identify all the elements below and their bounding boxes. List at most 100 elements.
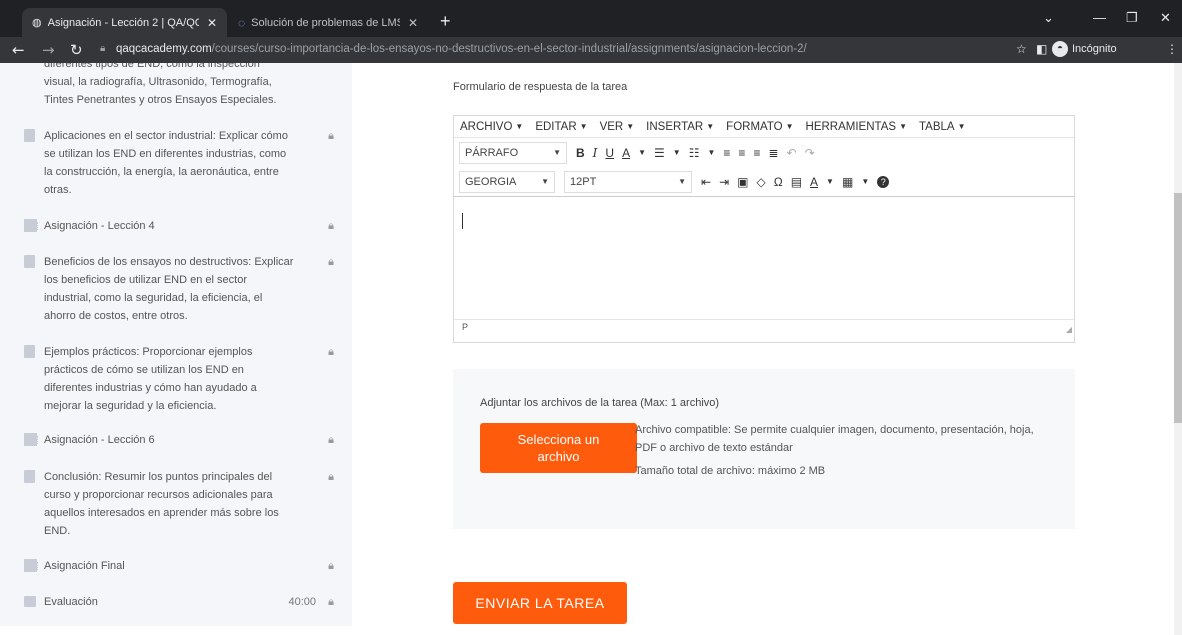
attachment-label: Adjuntar los archivos de la tarea (Max: …: [480, 397, 720, 409]
align-center-icon[interactable]: ≡: [738, 146, 745, 160]
menu-archivo[interactable]: ARCHIVO ▼: [460, 120, 523, 133]
sidebar-item-label: Ejemplos prácticos: Proporcionar ejemplo…: [44, 346, 257, 412]
assignment-icon: [24, 219, 38, 232]
caret-down-icon[interactable]: ▼: [861, 177, 869, 186]
menu-kebab-icon[interactable]: ⋮: [1166, 42, 1178, 56]
font-family-select[interactable]: GEORGIA ▼: [459, 170, 555, 193]
menu-label: TABLA: [918, 120, 955, 133]
sidebar-item-evaluacion[interactable]: Evaluación 40:00 🔒︎: [24, 593, 334, 611]
tab-title: Asignación - Lección 2 | QA/QC I: [47, 16, 199, 29]
sidebar-item-ejemplos[interactable]: Ejemplos prácticos: Proporcionar ejemplo…: [24, 343, 334, 415]
font-size-select[interactable]: 12PT ▼: [564, 170, 692, 193]
undo-icon[interactable]: ↶: [787, 146, 797, 160]
document-icon: [24, 255, 35, 268]
restore-button[interactable]: ❐: [1126, 10, 1138, 26]
submit-assignment-button[interactable]: ENVIAR LA TAREA: [453, 582, 627, 624]
url-host: qaqcacademy.com: [116, 43, 212, 55]
help-icon[interactable]: ?: [877, 175, 890, 188]
caret-down-icon: ▼: [957, 122, 966, 131]
bullet-list-icon[interactable]: ☰: [654, 146, 665, 160]
lock-icon[interactable]: 🔒︎: [100, 43, 105, 54]
menu-label: INSERTAR: [646, 120, 704, 133]
quiz-icon: [24, 596, 36, 607]
caret-down-icon: ▼: [899, 122, 907, 131]
sidebar-item-aplicaciones[interactable]: Aplicaciones en el sector industrial: Ex…: [24, 127, 334, 199]
browser-tab-strip: ◍ Asignación - Lección 2 | QA/QC I ✕ ◌ S…: [0, 0, 1182, 37]
italic-icon[interactable]: I: [593, 146, 598, 160]
select-file-button[interactable]: Selecciona un archivo: [480, 423, 637, 473]
bookmark-star-icon[interactable]: ☆: [1016, 42, 1027, 56]
lesson-description-partial: diferentes tipos de END, como la inspecc…: [44, 63, 277, 106]
sidebar-item-asignacion-final[interactable]: Asignación Final 🔒︎: [24, 557, 334, 575]
horizontal-rule-icon[interactable]: ▤: [791, 175, 802, 189]
tab-lms[interactable]: ◌ Solución de problemas de LMS - ✕: [228, 8, 428, 37]
element-path[interactable]: P: [462, 322, 468, 332]
globe-icon: ◍: [32, 17, 42, 29]
sidebar-item-asignacion-6[interactable]: Asignación - Lección 6 🔒︎: [24, 431, 334, 449]
caret-down-icon: ▼: [785, 122, 794, 131]
background-color-icon[interactable]: A: [810, 175, 818, 189]
text-color-icon[interactable]: A: [622, 146, 630, 160]
sidebar-item-beneficios[interactable]: Beneficios de los ensayos no destructivo…: [24, 253, 334, 325]
indent-icon[interactable]: ⇥: [719, 175, 729, 189]
lock-icon: 🔒︎: [328, 256, 334, 268]
scrollbar-thumb[interactable]: [1174, 193, 1182, 423]
menu-tabla[interactable]: TABLA ▼: [919, 120, 966, 133]
bold-icon[interactable]: B: [576, 146, 585, 160]
align-right-icon[interactable]: ≡: [753, 146, 760, 160]
redo-icon[interactable]: ↷: [805, 146, 815, 160]
resize-handle-icon[interactable]: ◢: [1066, 325, 1072, 334]
menu-herramientas[interactable]: HERRAMIENTAS ▼: [806, 120, 907, 133]
caret-down-icon: ▼: [678, 177, 686, 186]
caret-down-icon[interactable]: ▼: [673, 148, 681, 157]
url-field[interactable]: qaqcacademy.com/courses/curso-importanci…: [116, 43, 807, 55]
tab-search-icon[interactable]: ⌄: [1043, 10, 1054, 26]
numbered-list-icon[interactable]: ☷: [689, 146, 700, 160]
close-window-button[interactable]: ✕: [1160, 10, 1171, 26]
underline-icon[interactable]: U: [605, 146, 614, 160]
close-tab-icon[interactable]: ✕: [408, 16, 418, 30]
align-left-icon[interactable]: ≡: [723, 146, 730, 160]
reload-icon[interactable]: ↻: [70, 41, 83, 59]
incognito-icon: ◓: [1052, 41, 1068, 57]
sidebar-item-conclusion[interactable]: Conclusión: Resumir los puntos principal…: [24, 468, 334, 540]
menu-formato[interactable]: FORMATO ▼: [726, 120, 793, 133]
table-icon[interactable]: ▦: [842, 175, 853, 189]
menu-insertar[interactable]: INSERTAR ▼: [646, 120, 714, 133]
side-panel-icon[interactable]: ◧: [1036, 42, 1047, 56]
caret-down-icon: ▼: [515, 122, 524, 131]
outdent-icon[interactable]: ⇤: [701, 175, 711, 189]
address-bar-row: ← → ↻ 🔒︎ qaqcacademy.com/courses/curso-i…: [0, 37, 1182, 63]
sidebar-item-label: Asignación - Lección 6: [44, 434, 155, 446]
caret-down-icon[interactable]: ▼: [826, 177, 834, 186]
new-tab-button[interactable]: +: [440, 12, 451, 30]
minimize-button[interactable]: —: [1093, 10, 1106, 25]
editor-statusbar: P ◢: [454, 319, 1074, 335]
forward-icon[interactable]: →: [42, 41, 55, 59]
tab-asignacion[interactable]: ◍ Asignación - Lección 2 | QA/QC I ✕: [22, 8, 227, 37]
back-icon[interactable]: ←: [12, 41, 25, 59]
menu-label: EDITAR: [535, 120, 577, 133]
sidebar-item-asignacion-4[interactable]: Asignación - Lección 4 🔒︎: [24, 217, 334, 235]
page-scrollbar[interactable]: [1174, 63, 1182, 635]
caret-down-icon[interactable]: ▼: [707, 148, 715, 157]
align-justify-icon[interactable]: ≣: [768, 146, 778, 160]
caret-down-icon[interactable]: ▼: [638, 148, 646, 157]
incognito-indicator[interactable]: ◓ Incógnito: [1052, 41, 1117, 57]
lock-icon: 🔒︎: [328, 434, 334, 446]
paste-icon[interactable]: ▣: [737, 175, 748, 189]
lock-icon: 🔒︎: [328, 130, 334, 142]
menu-label: HERRAMIENTAS: [805, 120, 897, 133]
close-tab-icon[interactable]: ✕: [207, 16, 217, 30]
block-format-select[interactable]: PÁRRAFO ▼: [459, 141, 567, 164]
sidebar-bottom-gap: [0, 626, 352, 635]
response-form-label: Formulario de respuesta de la tarea: [453, 81, 628, 93]
document-icon: [24, 470, 35, 483]
special-char-icon[interactable]: Ω: [774, 175, 783, 189]
menu-editar[interactable]: EDITAR ▼: [535, 120, 587, 133]
sidebar-item-label: Conclusión: Resumir los puntos principal…: [44, 471, 279, 537]
editor-content-area[interactable]: [454, 197, 1074, 319]
clear-format-icon[interactable]: ◇: [756, 175, 765, 189]
menu-ver[interactable]: VER ▼: [600, 120, 635, 133]
font-family-value: GEORGIA: [465, 175, 517, 188]
